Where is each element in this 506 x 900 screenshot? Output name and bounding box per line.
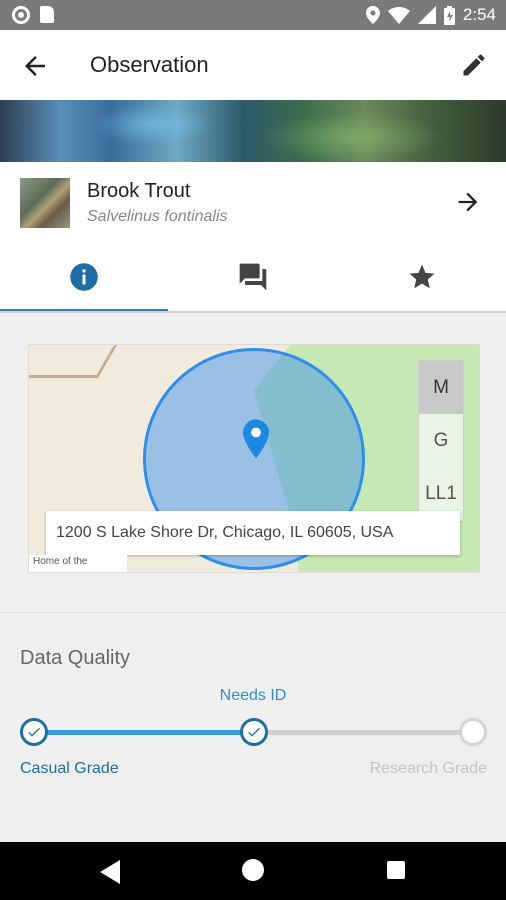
map-layer-switcher: M G LL1 — [418, 360, 464, 522]
battery-icon — [443, 5, 455, 25]
app-bar: Observation — [0, 30, 506, 100]
tab-info[interactable] — [0, 242, 168, 312]
sd-card-icon — [40, 6, 54, 23]
quality-node-research — [459, 718, 487, 746]
wifi-icon — [387, 6, 410, 24]
arrow-back-icon[interactable] — [20, 51, 50, 81]
section-divider — [0, 612, 506, 613]
check-icon — [248, 727, 260, 737]
species-thumbnail — [20, 178, 70, 228]
map-address: 1200 S Lake Shore Dr, Chicago, IL 60605,… — [46, 511, 460, 555]
nav-recents-icon[interactable] — [387, 861, 405, 879]
quality-track-complete — [34, 730, 254, 735]
observation-photo[interactable] — [0, 100, 506, 162]
info-icon — [70, 263, 98, 291]
quality-label-casual: Casual Grade — [20, 760, 119, 777]
species-common-name: Brook Trout — [87, 180, 191, 202]
data-quality-title: Data Quality — [20, 647, 131, 669]
tab-bar — [0, 242, 506, 312]
pencil-icon[interactable] — [460, 51, 488, 79]
star-icon — [409, 264, 435, 289]
check-icon — [28, 727, 40, 737]
tab-comments[interactable] — [169, 242, 337, 312]
comments-icon — [239, 263, 267, 291]
quality-track-remaining — [254, 730, 474, 735]
observation-map[interactable]: M G LL1 1200 S Lake Shore Dr, Chicago, I… — [28, 344, 480, 573]
tab-favorites[interactable] — [338, 242, 506, 312]
map-layer-option[interactable]: M — [419, 361, 463, 414]
system-nav-bar — [0, 842, 506, 900]
tabs-divider — [0, 311, 506, 313]
arrow-forward-icon[interactable] — [454, 188, 482, 216]
quality-node-casual — [20, 718, 48, 746]
map-layer-option[interactable]: G — [419, 414, 463, 467]
signal-icon — [417, 6, 436, 24]
species-scientific-name: Salvelinus fontinalis — [87, 208, 228, 225]
nav-home-icon[interactable] — [242, 859, 264, 881]
quality-label-research: Research Grade — [369, 760, 487, 777]
status-bar: 2:54 — [0, 0, 506, 30]
species-row[interactable]: Brook Trout Salvelinus fontinalis — [0, 162, 506, 243]
clock: 2:54 — [462, 5, 496, 24]
nav-back-icon[interactable] — [100, 860, 122, 884]
map-pin-icon[interactable] — [243, 419, 269, 459]
map-mini-caption: Home of the — [29, 555, 127, 572]
quality-node-needs-id — [240, 718, 268, 746]
location-icon — [365, 6, 380, 24]
notification-icon — [12, 6, 30, 24]
data-quality-current: Needs ID — [219, 687, 287, 704]
page-title: Observation — [90, 52, 209, 77]
